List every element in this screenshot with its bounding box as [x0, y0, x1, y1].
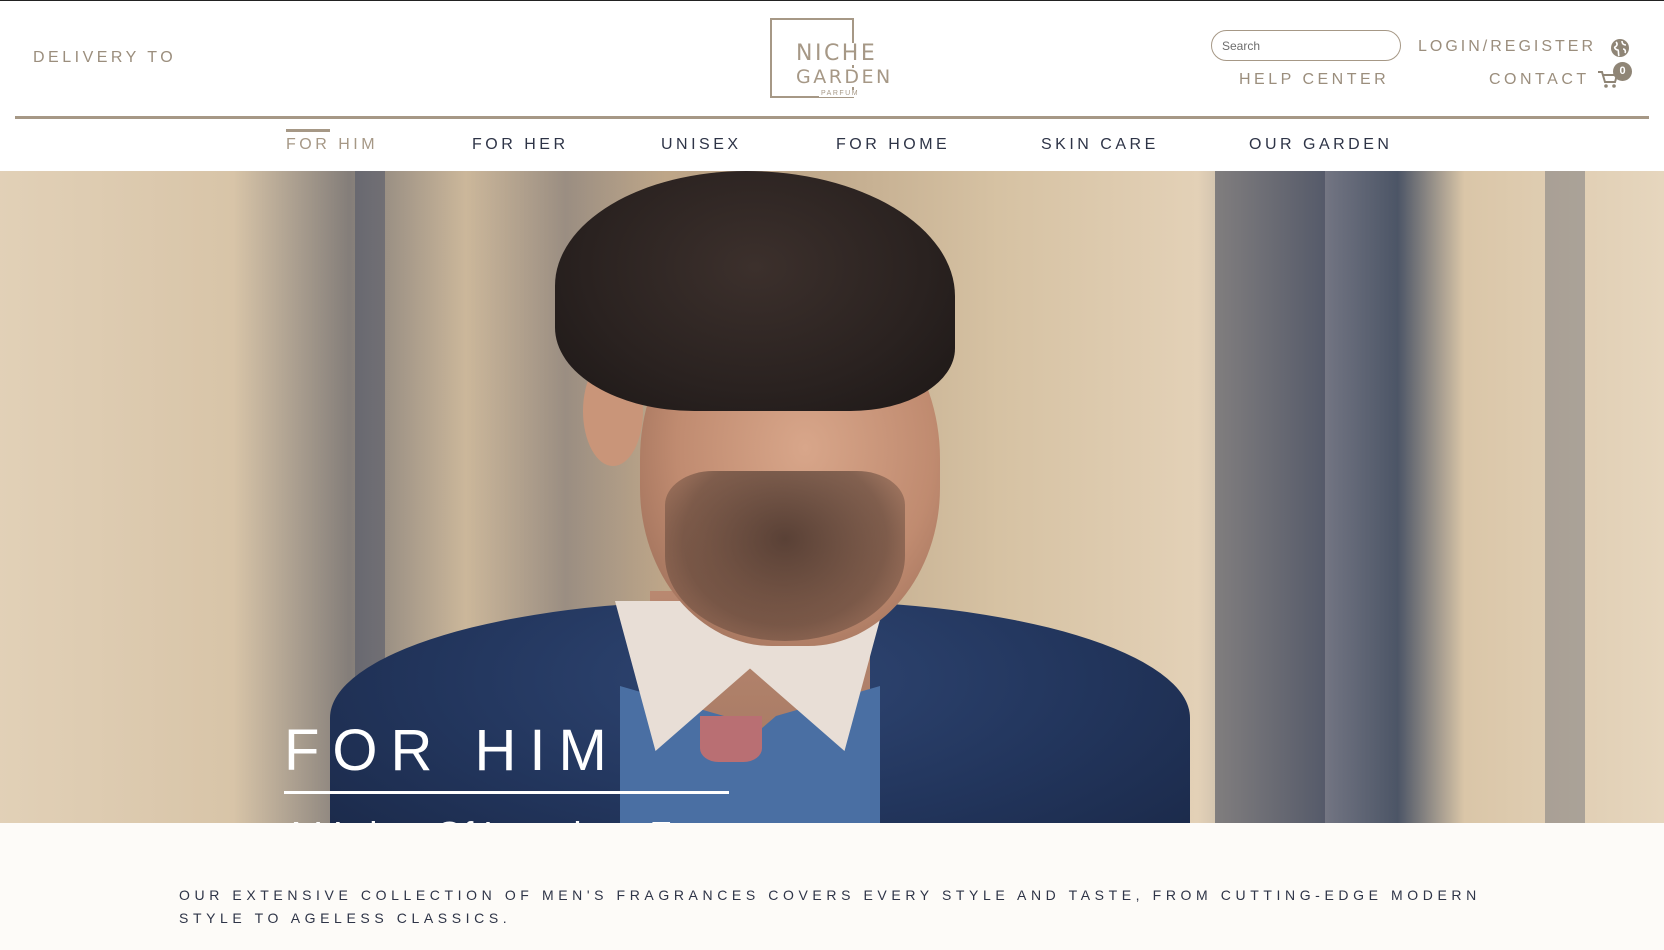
logo-text-garden: GARDEN [794, 66, 895, 88]
nav-item-our-garden[interactable]: OUR GARDEN [1249, 136, 1392, 154]
hero-title-underline [284, 791, 729, 794]
hero-model-beard [665, 471, 905, 641]
site-header: DELIVERY TO NICHE GARDEN PARFUM LOGIN/RE… [0, 0, 1664, 171]
nav-item-unisex[interactable]: UNISEX [661, 136, 742, 154]
hero-model-hair [555, 171, 955, 411]
main-nav: FOR HIM FOR HER UNISEX FOR HOME SKIN CAR… [0, 119, 1664, 172]
hero-bg-doorway [1215, 171, 1325, 823]
niche-garden-logo[interactable]: NICHE GARDEN PARFUM [770, 18, 900, 100]
collection-intro-text: OUR EXTENSIVE COLLECTION OF MEN'S FRAGRA… [179, 887, 1481, 926]
logo-text-parfum: PARFUM [819, 90, 862, 97]
globe-icon[interactable] [1610, 38, 1630, 58]
logo-text-niche: NICHE [794, 41, 880, 66]
contact-link[interactable]: CONTACT [1489, 71, 1590, 89]
cart-count-badge: 0 [1613, 62, 1632, 81]
nav-item-for-home[interactable]: FOR HOME [836, 136, 950, 154]
search-input[interactable] [1211, 30, 1401, 61]
nav-item-skin-care[interactable]: SKIN CARE [1041, 136, 1159, 154]
hero-bg-window [1545, 171, 1585, 823]
nav-item-for-him[interactable]: FOR HIM [286, 136, 378, 154]
hero-title: FOR HIM [284, 718, 620, 783]
nav-item-for-her[interactable]: FOR HER [472, 136, 569, 154]
hero-subtitle: A Variety Of Luxurious Fragrances [284, 813, 832, 823]
help-center-link[interactable]: HELP CENTER [1239, 71, 1389, 89]
nav-active-indicator [286, 129, 330, 132]
hero-banner[interactable]: FOR HIM A Variety Of Luxurious Fragrance… [0, 171, 1664, 823]
hero-model-tie [700, 716, 762, 762]
delivery-to-link[interactable]: DELIVERY TO [33, 49, 176, 67]
login-register-link[interactable]: LOGIN/REGISTER [1418, 38, 1596, 56]
